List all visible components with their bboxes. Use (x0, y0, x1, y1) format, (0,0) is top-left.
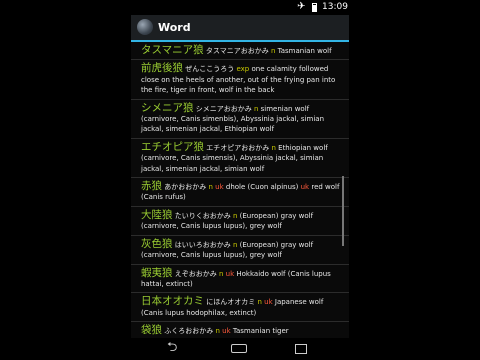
action-bar: Word (131, 15, 349, 42)
list-item[interactable]: 袋狼 ふくろおおかみ n uk Tasmanian tiger (131, 322, 349, 338)
entry-kana: シメニアおおかみ (195, 104, 252, 113)
list-item[interactable]: シメニア狼 シメニアおおかみ n simenian wolf (carnivor… (131, 100, 349, 139)
word-list[interactable]: タスマニア狼 タスマニアおおかみ n Tasmanian wolf 前虎後狼 ぜん… (131, 42, 349, 338)
list-item[interactable]: 前虎後狼 ぜんここうろう exp one calamity followed c… (131, 60, 349, 100)
entry-uk-tag: uk (264, 298, 273, 307)
entry-kana: ぜんここうろう (185, 65, 235, 74)
entry-kanji: エチオピア狼 (141, 140, 204, 153)
globe-icon[interactable] (137, 19, 153, 35)
entry-uk-tag: uk (225, 269, 235, 278)
entry-kanji: 日本オオカミ (141, 295, 204, 308)
list-item[interactable]: 大陸狼 たいりくおおかみ n (European) gray wolf (car… (131, 207, 349, 236)
entry-gloss: Tasmanian wolf (277, 47, 332, 55)
entry-pos: n (232, 240, 238, 249)
recent-apps-icon[interactable] (295, 344, 307, 354)
status-bar: ✈ 13:09 (131, 0, 349, 15)
entry-kanji: シメニア狼 (141, 101, 194, 114)
entry-pos: n (271, 143, 276, 152)
entry-kanji: 袋狼 (141, 324, 162, 337)
entry-kana: ふくろおおかみ (164, 327, 214, 336)
entry-gloss: Tasmanian tiger (232, 327, 289, 336)
entry-kanji: タスマニア狼 (141, 44, 204, 56)
entry-uk-tag: uk (222, 327, 231, 336)
entry-kanji: 赤狼 (141, 180, 162, 193)
scrollbar[interactable] (342, 176, 344, 246)
battery-icon (312, 3, 317, 12)
entry-kana: はいいろおおかみ (174, 240, 231, 249)
entry-pos: n (257, 298, 262, 307)
back-icon[interactable]: ⮌ (167, 340, 177, 356)
list-item[interactable]: 日本オオカミ にほんオオカミ n uk Japanese wolf (Canis… (131, 293, 349, 323)
phone-screen: ✈ 13:09 Word タスマニア狼 タスマニアおおかみ n Tasmania… (131, 0, 349, 360)
entry-uk-tag: uk (300, 183, 310, 192)
entry-uk-tag: uk (215, 183, 224, 192)
list-item[interactable]: エチオピア狼 エチオピアおおかみ n Ethiopian wolf (carni… (131, 139, 349, 179)
entry-kana: エチオピアおおかみ (206, 143, 270, 152)
list-item[interactable]: 赤狼 あかおおかみ n uk dhole (Cuon alpinus) uk r… (131, 178, 349, 207)
entry-kana: にほんオオカミ (206, 298, 256, 307)
entry-kanji: 前虎後狼 (141, 62, 183, 75)
list-item[interactable]: 灰色狼 はいいろおおかみ n (European) gray wolf (car… (131, 236, 349, 265)
entry-pos: n (253, 104, 259, 113)
entry-pos: n (215, 327, 220, 336)
list-item[interactable]: 蝦夷狼 えぞおおかみ n uk Hokkaido wolf (Canis lup… (131, 265, 349, 294)
home-icon[interactable] (231, 344, 247, 353)
entry-pos: n (232, 211, 238, 220)
entry-kana: あかおおかみ (164, 183, 207, 192)
entry-kanji: 蝦夷狼 (141, 266, 173, 279)
list-item[interactable]: タスマニア狼 タスマニアおおかみ n Tasmanian wolf (131, 42, 349, 61)
entry-kanji: 大陸狼 (141, 208, 173, 221)
entry-kana: タスマニアおおかみ (205, 47, 269, 55)
entry-pos: exp (236, 65, 250, 74)
navigation-bar: ⮌ (131, 338, 349, 360)
entry-pos: n (218, 269, 224, 278)
entry-kana: たいりくおおかみ (174, 211, 231, 220)
entry-kana: えぞおおかみ (174, 269, 217, 278)
airplane-icon: ✈ (297, 1, 306, 12)
status-time: 13:09 (322, 2, 348, 12)
entry-pos: n (270, 47, 276, 55)
page-title: Word (158, 21, 191, 34)
entry-pos: n (208, 183, 213, 192)
entry-kanji: 灰色狼 (141, 237, 173, 250)
